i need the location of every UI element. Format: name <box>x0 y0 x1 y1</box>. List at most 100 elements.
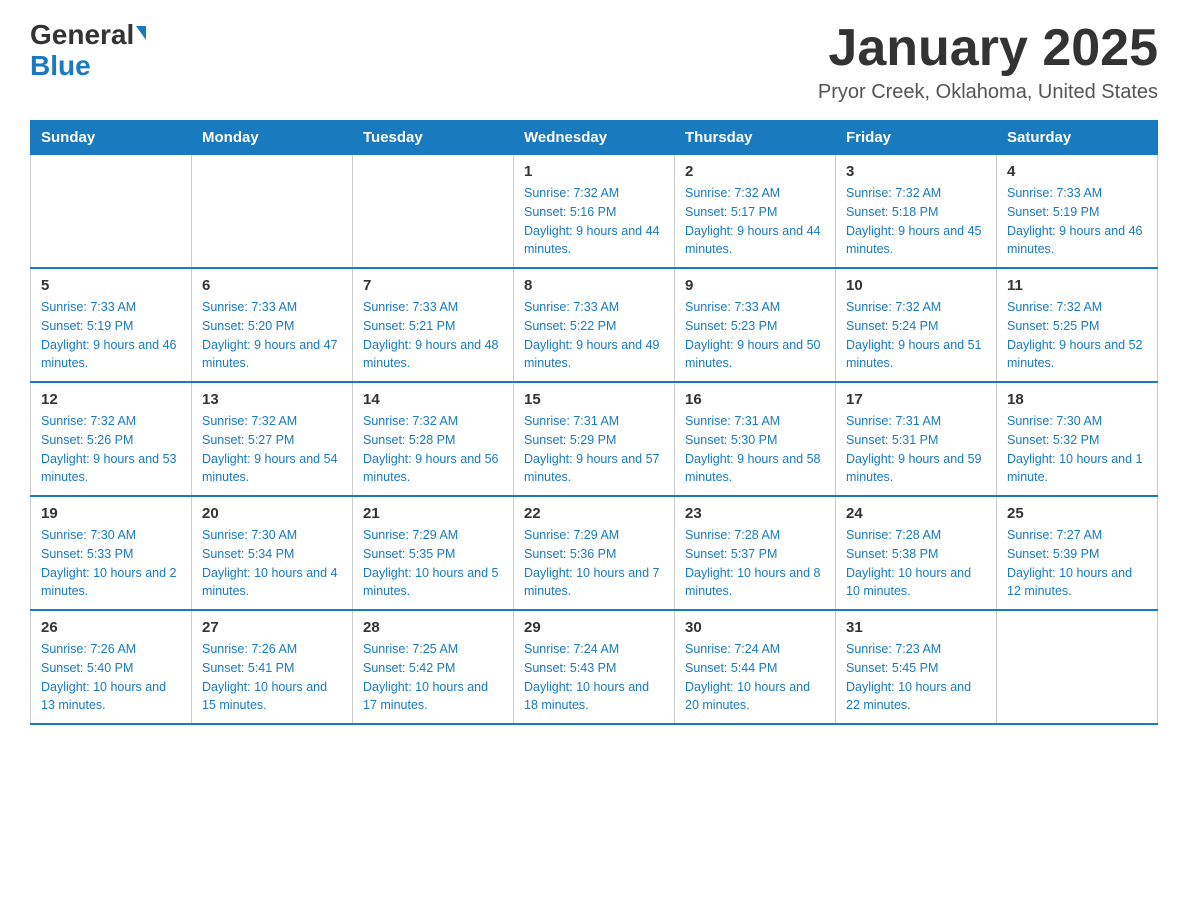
day-number: 16 <box>685 391 825 408</box>
day-info: Sunrise: 7:30 AMSunset: 5:34 PMDaylight:… <box>202 526 342 601</box>
day-number: 9 <box>685 277 825 294</box>
calendar-cell: 31 Sunrise: 7:23 AMSunset: 5:45 PMDayligh… <box>836 610 997 724</box>
logo-blue: Blue <box>30 51 146 82</box>
calendar-cell: 10 Sunrise: 7:32 AMSunset: 5:24 PMDayligh… <box>836 268 997 382</box>
calendar-cell: 16 Sunrise: 7:31 AMSunset: 5:30 PMDayligh… <box>675 382 836 496</box>
day-info: Sunrise: 7:33 AMSunset: 5:19 PMDaylight:… <box>41 298 181 373</box>
day-number: 11 <box>1007 277 1147 294</box>
day-info: Sunrise: 7:26 AMSunset: 5:40 PMDaylight:… <box>41 640 181 715</box>
calendar-cell: 26Sunrise: 7:26 AMSunset: 5:40 PMDayligh… <box>31 610 192 724</box>
logo-general: General <box>30 20 134 51</box>
calendar-cell: 27 Sunrise: 7:26 AMSunset: 5:41 PMDayligh… <box>192 610 353 724</box>
day-number: 1 <box>524 163 664 180</box>
day-number: 31 <box>846 619 986 636</box>
day-info: Sunrise: 7:30 AMSunset: 5:33 PMDaylight:… <box>41 526 181 601</box>
calendar-cell: 29 Sunrise: 7:24 AMSunset: 5:43 PMDayligh… <box>514 610 675 724</box>
day-info: Sunrise: 7:29 AMSunset: 5:36 PMDaylight:… <box>524 526 664 601</box>
day-number: 27 <box>202 619 342 636</box>
day-number: 10 <box>846 277 986 294</box>
page-title: January 2025 <box>818 20 1158 77</box>
day-number: 23 <box>685 505 825 522</box>
day-info: Sunrise: 7:26 AMSunset: 5:41 PMDaylight:… <box>202 640 342 715</box>
col-header-saturday: Saturday <box>997 121 1158 155</box>
day-info: Sunrise: 7:33 AMSunset: 5:23 PMDaylight:… <box>685 298 825 373</box>
calendar-cell: 30 Sunrise: 7:24 AMSunset: 5:44 PMDayligh… <box>675 610 836 724</box>
day-info: Sunrise: 7:33 AMSunset: 5:21 PMDaylight:… <box>363 298 503 373</box>
day-info: Sunrise: 7:32 AMSunset: 5:25 PMDaylight:… <box>1007 298 1147 373</box>
day-info: Sunrise: 7:32 AMSunset: 5:24 PMDaylight:… <box>846 298 986 373</box>
calendar-cell: 28Sunrise: 7:25 AMSunset: 5:42 PMDayligh… <box>353 610 514 724</box>
day-number: 29 <box>524 619 664 636</box>
calendar-cell: 22Sunrise: 7:29 AMSunset: 5:36 PMDayligh… <box>514 496 675 610</box>
day-info: Sunrise: 7:32 AMSunset: 5:17 PMDaylight:… <box>685 184 825 259</box>
day-info: Sunrise: 7:24 AMSunset: 5:44 PMDaylight:… <box>685 640 825 715</box>
day-info: Sunrise: 7:33 AMSunset: 5:22 PMDaylight:… <box>524 298 664 373</box>
day-number: 15 <box>524 391 664 408</box>
calendar-week-3: 12 Sunrise: 7:32 AMSunset: 5:26 PMDayligh… <box>31 382 1158 496</box>
calendar-cell: 14 Sunrise: 7:32 AMSunset: 5:28 PMDayligh… <box>353 382 514 496</box>
day-info: Sunrise: 7:32 AMSunset: 5:28 PMDaylight:… <box>363 412 503 487</box>
day-number: 6 <box>202 277 342 294</box>
calendar-cell <box>997 610 1158 724</box>
day-info: Sunrise: 7:32 AMSunset: 5:16 PMDaylight:… <box>524 184 664 259</box>
calendar-cell: 20 Sunrise: 7:30 AMSunset: 5:34 PMDayligh… <box>192 496 353 610</box>
logo: General Blue <box>30 20 146 82</box>
day-number: 28 <box>363 619 503 636</box>
calendar-cell: 8Sunrise: 7:33 AMSunset: 5:22 PMDaylight… <box>514 268 675 382</box>
calendar-cell: 12 Sunrise: 7:32 AMSunset: 5:26 PMDayligh… <box>31 382 192 496</box>
day-info: Sunrise: 7:32 AMSunset: 5:27 PMDaylight:… <box>202 412 342 487</box>
calendar-cell: 9 Sunrise: 7:33 AMSunset: 5:23 PMDaylight… <box>675 268 836 382</box>
calendar-cell: 13Sunrise: 7:32 AMSunset: 5:27 PMDayligh… <box>192 382 353 496</box>
calendar-cell: 1 Sunrise: 7:32 AMSunset: 5:16 PMDaylight… <box>514 155 675 269</box>
calendar-cell: 15 Sunrise: 7:31 AMSunset: 5:29 PMDayligh… <box>514 382 675 496</box>
day-info: Sunrise: 7:31 AMSunset: 5:31 PMDaylight:… <box>846 412 986 487</box>
calendar-cell <box>353 155 514 269</box>
calendar-cell: 2 Sunrise: 7:32 AMSunset: 5:17 PMDaylight… <box>675 155 836 269</box>
day-number: 3 <box>846 163 986 180</box>
day-number: 19 <box>41 505 181 522</box>
title-area: January 2025 Pryor Creek, Oklahoma, Unit… <box>818 20 1158 104</box>
logo-triangle-icon <box>136 26 146 40</box>
day-info: Sunrise: 7:33 AMSunset: 5:19 PMDaylight:… <box>1007 184 1147 259</box>
calendar-cell <box>192 155 353 269</box>
day-info: Sunrise: 7:32 AMSunset: 5:26 PMDaylight:… <box>41 412 181 487</box>
col-header-friday: Friday <box>836 121 997 155</box>
calendar-cell: 5 Sunrise: 7:33 AMSunset: 5:19 PMDaylight… <box>31 268 192 382</box>
day-info: Sunrise: 7:23 AMSunset: 5:45 PMDaylight:… <box>846 640 986 715</box>
col-header-monday: Monday <box>192 121 353 155</box>
calendar-cell: 25 Sunrise: 7:27 AMSunset: 5:39 PMDayligh… <box>997 496 1158 610</box>
calendar-week-4: 19 Sunrise: 7:30 AMSunset: 5:33 PMDayligh… <box>31 496 1158 610</box>
day-number: 12 <box>41 391 181 408</box>
day-number: 7 <box>363 277 503 294</box>
day-number: 21 <box>363 505 503 522</box>
day-number: 5 <box>41 277 181 294</box>
calendar-cell: 21 Sunrise: 7:29 AMSunset: 5:35 PMDayligh… <box>353 496 514 610</box>
day-info: Sunrise: 7:27 AMSunset: 5:39 PMDaylight:… <box>1007 526 1147 601</box>
calendar-cell: 3 Sunrise: 7:32 AMSunset: 5:18 PMDaylight… <box>836 155 997 269</box>
day-info: Sunrise: 7:32 AMSunset: 5:18 PMDaylight:… <box>846 184 986 259</box>
calendar-cell <box>31 155 192 269</box>
calendar-week-5: 26Sunrise: 7:26 AMSunset: 5:40 PMDayligh… <box>31 610 1158 724</box>
day-info: Sunrise: 7:28 AMSunset: 5:37 PMDaylight:… <box>685 526 825 601</box>
day-number: 2 <box>685 163 825 180</box>
day-number: 20 <box>202 505 342 522</box>
day-info: Sunrise: 7:29 AMSunset: 5:35 PMDaylight:… <box>363 526 503 601</box>
calendar-cell: 17Sunrise: 7:31 AMSunset: 5:31 PMDayligh… <box>836 382 997 496</box>
calendar-week-2: 5 Sunrise: 7:33 AMSunset: 5:19 PMDaylight… <box>31 268 1158 382</box>
day-info: Sunrise: 7:30 AMSunset: 5:32 PMDaylight:… <box>1007 412 1147 487</box>
calendar-cell: 7 Sunrise: 7:33 AMSunset: 5:21 PMDaylight… <box>353 268 514 382</box>
day-number: 25 <box>1007 505 1147 522</box>
day-info: Sunrise: 7:24 AMSunset: 5:43 PMDaylight:… <box>524 640 664 715</box>
day-number: 4 <box>1007 163 1147 180</box>
calendar-cell: 18Sunrise: 7:30 AMSunset: 5:32 PMDayligh… <box>997 382 1158 496</box>
col-header-thursday: Thursday <box>675 121 836 155</box>
day-info: Sunrise: 7:28 AMSunset: 5:38 PMDaylight:… <box>846 526 986 601</box>
day-number: 14 <box>363 391 503 408</box>
day-number: 30 <box>685 619 825 636</box>
calendar-cell: 19 Sunrise: 7:30 AMSunset: 5:33 PMDayligh… <box>31 496 192 610</box>
calendar-cell: 4 Sunrise: 7:33 AMSunset: 5:19 PMDaylight… <box>997 155 1158 269</box>
day-info: Sunrise: 7:31 AMSunset: 5:29 PMDaylight:… <box>524 412 664 487</box>
col-header-tuesday: Tuesday <box>353 121 514 155</box>
calendar-cell: 11 Sunrise: 7:32 AMSunset: 5:25 PMDayligh… <box>997 268 1158 382</box>
day-info: Sunrise: 7:31 AMSunset: 5:30 PMDaylight:… <box>685 412 825 487</box>
